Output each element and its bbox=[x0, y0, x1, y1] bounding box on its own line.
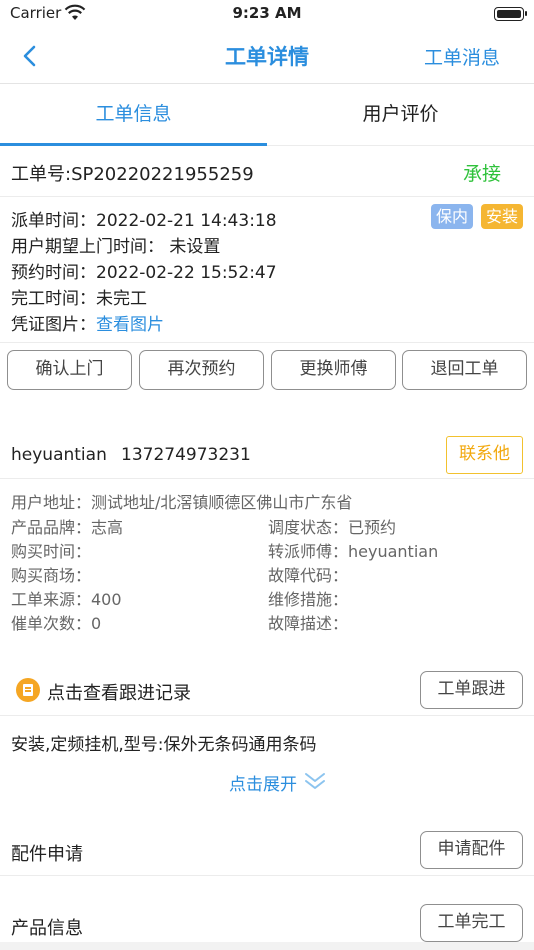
order-description: 安装,定频挂机,型号:保外无条码通用条码 bbox=[11, 735, 317, 755]
voucher-label: 凭证图片： bbox=[11, 315, 96, 335]
record-icon bbox=[16, 678, 40, 702]
expected-visit-time: 用户期望上门时间： 未设置 bbox=[11, 237, 221, 257]
tab-bar: 工单信息 用户评价 bbox=[0, 85, 534, 146]
nav-bar: 工单详情 工单消息 bbox=[0, 28, 534, 84]
voucher-row: 凭证图片：查看图片 bbox=[11, 310, 164, 335]
fault-code: 故障代码： bbox=[268, 566, 349, 585]
divider bbox=[0, 715, 534, 716]
tab-user-review[interactable]: 用户评价 bbox=[267, 85, 534, 146]
view-images-link[interactable]: 查看图片 bbox=[96, 315, 164, 335]
order-number-row: 工单号:SP20220221955259 承接 bbox=[0, 146, 534, 196]
clock: 9:23 AM bbox=[232, 4, 302, 22]
divider bbox=[0, 875, 534, 876]
reschedule-button[interactable]: 再次预约 bbox=[139, 350, 264, 390]
return-order-button[interactable]: 退回工单 bbox=[402, 350, 527, 390]
tab-order-info[interactable]: 工单信息 bbox=[0, 85, 267, 146]
purchase-time: 购买时间： bbox=[11, 542, 92, 561]
completion-time: 完工时间：未完工 bbox=[11, 289, 147, 309]
install-badge: 安装 bbox=[481, 204, 524, 229]
double-chevron-down-icon[interactable] bbox=[303, 771, 327, 791]
dispatch-status: 调度状态：已预约 bbox=[268, 518, 397, 537]
confirm-visit-button[interactable]: 确认上门 bbox=[7, 350, 132, 390]
repair-measure: 维修措施： bbox=[268, 590, 349, 609]
warranty-badge: 保内 bbox=[431, 204, 474, 229]
appointment-time: 预约时间：2022-02-22 15:52:47 bbox=[11, 263, 277, 283]
order-number: 工单号:SP20220221955259 bbox=[11, 164, 254, 185]
battery-icon bbox=[494, 7, 527, 21]
status-bar: Carrier 9:23 AM bbox=[0, 0, 534, 28]
fault-description: 故障描述： bbox=[268, 614, 349, 633]
transfer-master: 转派师傅：heyuantian bbox=[268, 542, 439, 561]
user-address: 用户地址：测试地址/北滘镇顺德区佛山市广东省 bbox=[11, 493, 353, 512]
accept-button[interactable]: 承接 bbox=[463, 159, 501, 186]
order-source: 工单来源：400 bbox=[11, 590, 122, 609]
divider bbox=[0, 196, 534, 197]
customer-phone: 137274973231 bbox=[121, 445, 251, 465]
divider bbox=[0, 342, 534, 343]
apply-parts-button[interactable]: 申请配件 bbox=[420, 831, 523, 869]
dispatch-time: 派单时间：2022-02-21 14:43:18 bbox=[11, 211, 277, 231]
bottom-strip bbox=[0, 942, 534, 950]
product-brand: 产品品牌：志高 bbox=[11, 518, 124, 537]
change-master-button[interactable]: 更换师傅 bbox=[271, 350, 396, 390]
order-follow-button[interactable]: 工单跟进 bbox=[420, 671, 523, 709]
customer-name: heyuantian bbox=[11, 445, 107, 465]
view-follow-records-link[interactable]: 点击查看跟进记录 bbox=[47, 679, 191, 705]
complete-order-button[interactable]: 工单完工 bbox=[420, 904, 523, 942]
parts-section-title: 配件申请 bbox=[11, 844, 83, 865]
purchase-store: 购买商场： bbox=[11, 566, 92, 585]
expand-link[interactable]: 点击展开 bbox=[229, 770, 297, 795]
urge-count: 催单次数：0 bbox=[11, 614, 102, 633]
divider bbox=[0, 478, 534, 479]
order-messages-button[interactable]: 工单消息 bbox=[424, 43, 500, 70]
product-section-title: 产品信息 bbox=[11, 918, 83, 939]
contact-button[interactable]: 联系他 bbox=[446, 436, 523, 474]
